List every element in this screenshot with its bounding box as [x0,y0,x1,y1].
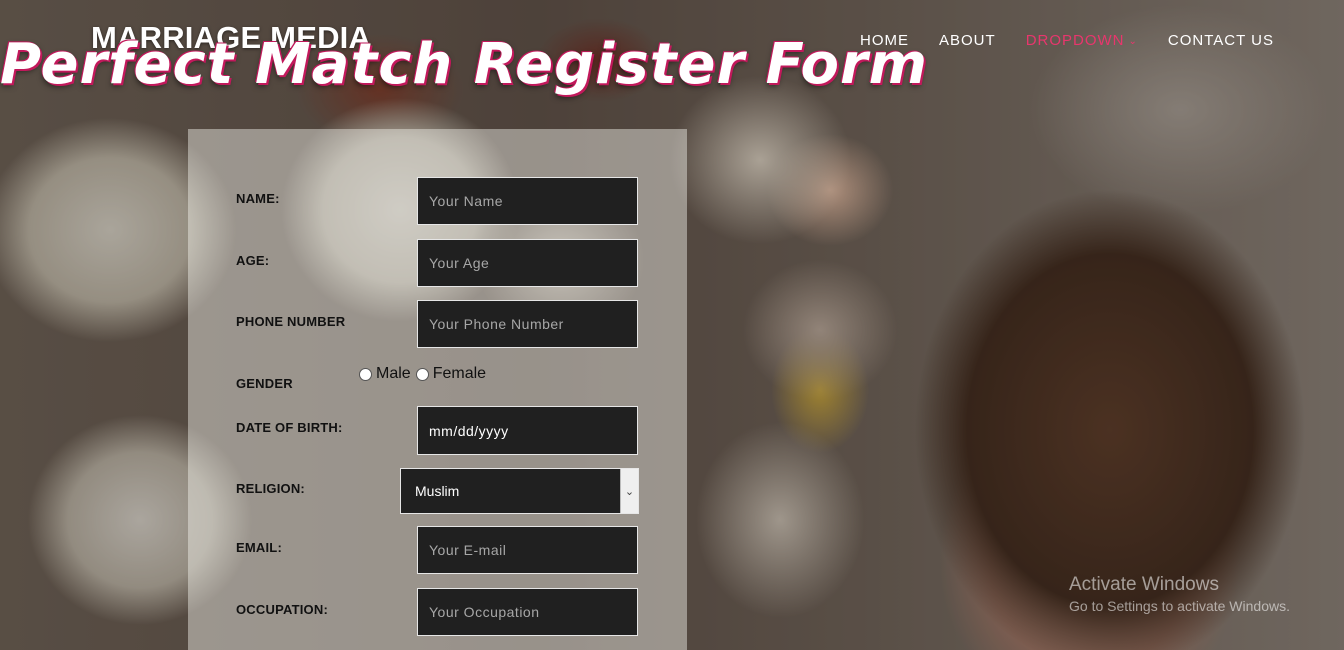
watermark-title: Activate Windows [1069,574,1219,595]
gender-female-label: Female [432,365,487,382]
gender-female-radio[interactable] [415,367,429,381]
religion-select[interactable]: Muslim ⌄ [400,468,639,514]
phone-input[interactable] [417,300,638,348]
gender-label: GENDER [236,376,293,391]
activation-watermark: Activate Windows Go to Settings to activ… [1069,574,1290,614]
nav-about[interactable]: ABOUT [939,32,996,49]
chevron-down-icon[interactable]: ⌄ [620,469,638,513]
age-label: AGE: [236,253,270,268]
gender-male-radio[interactable] [359,367,372,381]
watermark-subtitle: Go to Settings to activate Windows. [1069,598,1290,614]
main-nav: HOME ABOUT DROPDOWN ⌄ CONTACT US [860,32,1274,49]
occupation-label: OCCUPATION: [236,602,328,617]
phone-label: PHONE NUMBER [236,314,346,329]
name-input[interactable] [417,177,638,225]
gender-male-label: Male [376,365,411,382]
nav-dropdown-label: DROPDOWN [1025,32,1125,49]
dob-value: mm/dd/yyyy [429,422,509,439]
dob-label: DATE OF BIRTH: [236,420,343,435]
age-input[interactable] [417,239,638,287]
email-label: EMAIL: [236,540,282,555]
register-form-panel: NAME: AGE: PHONE NUMBER GENDER Male Fema… [188,129,687,650]
religion-selected-value: Muslim [415,483,460,499]
dob-input[interactable]: mm/dd/yyyy [417,406,638,455]
religion-label: RELIGION: [236,481,305,496]
occupation-input[interactable] [417,588,638,636]
nav-home[interactable]: HOME [860,32,909,49]
page-title: Perfect Match Register Form [0,32,928,97]
nav-contact-us[interactable]: CONTACT US [1168,32,1274,49]
email-input[interactable] [417,526,638,574]
gender-options: Male Female [357,365,486,383]
nav-dropdown[interactable]: DROPDOWN ⌄ [1026,32,1138,49]
chevron-down-icon: ⌄ [1128,35,1138,47]
name-label: NAME: [236,191,280,206]
